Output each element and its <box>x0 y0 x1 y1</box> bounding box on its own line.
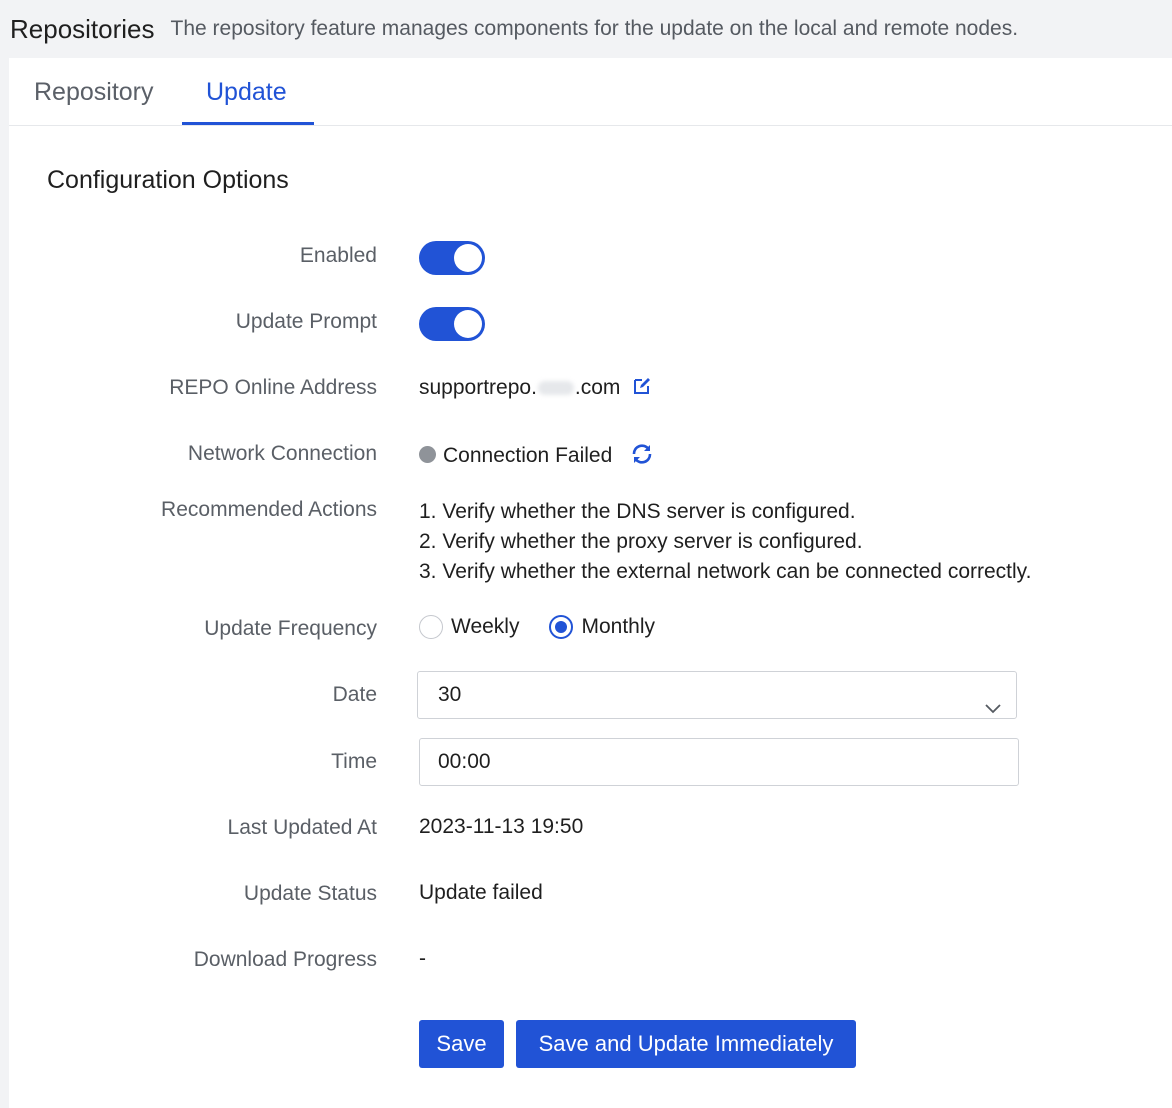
update-status-label: Update Status <box>243 882 377 905</box>
recommended-action-item: 2. Verify whether the proxy server is co… <box>419 530 863 553</box>
time-input[interactable] <box>419 738 1019 786</box>
page-header: Repositories The repository feature mana… <box>0 0 1172 58</box>
last-updated-label: Last Updated At <box>227 816 377 839</box>
date-label: Date <box>332 683 377 706</box>
section-title: Configuration Options <box>47 166 289 194</box>
update-prompt-switch[interactable] <box>419 307 485 341</box>
recommended-actions-label: Recommended Actions <box>161 498 377 521</box>
refresh-icon[interactable] <box>630 442 654 472</box>
connection-status-text: Connection Failed <box>443 444 613 467</box>
page-description: The repository feature manages component… <box>170 17 1019 40</box>
switch-knob <box>454 244 482 272</box>
radio-monthly[interactable]: Monthly <box>549 615 655 639</box>
radio-circle <box>419 615 443 639</box>
tab-repository[interactable]: Repository <box>34 58 154 126</box>
redacted-segment <box>537 381 574 396</box>
page-title: Repositories <box>10 13 155 44</box>
save-button[interactable]: Save <box>419 1020 504 1068</box>
radio-weekly[interactable]: Weekly <box>419 615 519 639</box>
update-frequency-radio-group: Weekly Monthly <box>419 615 685 639</box>
status-dot <box>419 446 436 463</box>
save-and-update-button[interactable]: Save and Update Immediately <box>516 1020 856 1068</box>
download-progress-value: - <box>419 947 426 970</box>
switch-knob <box>454 310 482 338</box>
update-prompt-label: Update Prompt <box>235 310 377 333</box>
chevron-down-icon <box>984 687 1002 733</box>
repo-address-value: supportrepo. .com <box>419 376 652 402</box>
tab-bar: Repository Update <box>9 58 1172 126</box>
recommended-action-item: 1. Verify whether the DNS server is conf… <box>419 500 856 523</box>
repo-address-suffix: .com <box>574 376 621 399</box>
network-connection-value: Connection Failed <box>419 442 654 472</box>
repo-address-prefix: supportrepo. <box>419 376 537 399</box>
last-updated-value: 2023-11-13 19:50 <box>419 815 584 838</box>
date-select[interactable]: 30 <box>417 671 1017 719</box>
date-selected-value: 30 <box>438 683 462 706</box>
edit-icon[interactable] <box>632 376 652 402</box>
enabled-switch[interactable] <box>419 241 485 275</box>
tab-update[interactable]: Update <box>206 58 287 126</box>
recommended-action-item: 3. Verify whether the external network c… <box>419 560 1032 583</box>
update-status-value: Update failed <box>419 881 543 904</box>
radio-monthly-label: Monthly <box>581 615 655 638</box>
time-label: Time <box>331 750 377 773</box>
update-panel: Repository Update Configuration Options … <box>9 58 1172 1108</box>
enabled-label: Enabled <box>299 244 377 267</box>
radio-weekly-label: Weekly <box>451 615 520 638</box>
repo-address-label: REPO Online Address <box>169 376 377 399</box>
network-connection-label: Network Connection <box>187 442 377 465</box>
download-progress-label: Download Progress <box>193 948 377 971</box>
active-tab-indicator <box>182 122 314 125</box>
update-frequency-label: Update Frequency <box>204 617 377 640</box>
radio-circle <box>549 615 574 639</box>
recommended-actions-list: 1. Verify whether the DNS server is conf… <box>419 497 1031 587</box>
